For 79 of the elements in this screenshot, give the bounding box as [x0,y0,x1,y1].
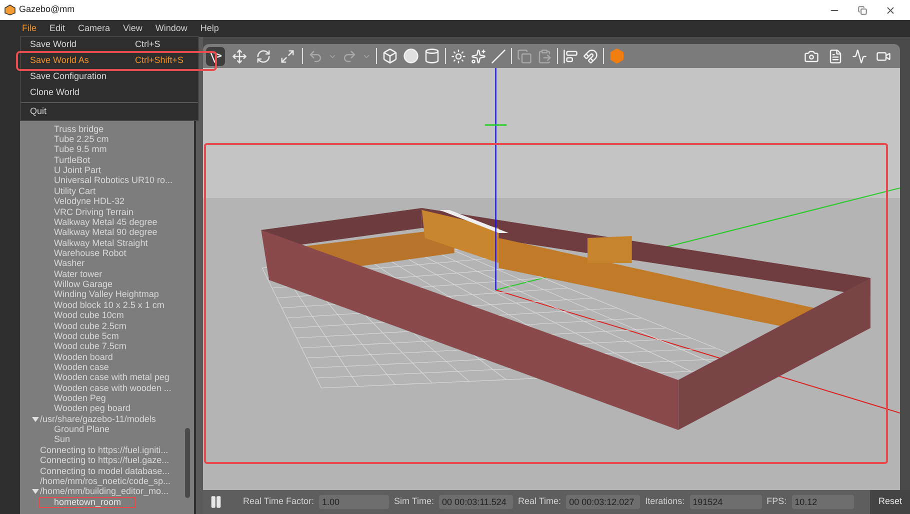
tree-item[interactable]: Connecting to model database... [40,466,170,476]
status-field: 191524 [690,495,762,509]
tree-item[interactable]: Wood cube 2.5cm [54,322,126,330]
status-field: 00 00:03:11.524 [439,495,514,509]
status-label: Real Time: [518,495,562,508]
tree-item[interactable]: Wood cube 7.5cm [54,342,126,352]
tree-item[interactable]: Velodyne HDL-32 [54,197,125,206]
menu-entry[interactable]: Quit [21,104,198,120]
status-label: Iterations: [645,495,685,508]
align-icon[interactable] [563,48,578,64]
tree-item[interactable]: Walkway Metal Straight [54,238,148,248]
menu-entry[interactable]: Save World Ctrl+S [21,37,198,53]
scrollbar-thumb[interactable] [185,428,190,498]
tree-item[interactable]: hometown_room [40,498,136,507]
app-logo-icon [4,4,16,16]
status-field: 10.12 [792,495,854,509]
tree-item[interactable]: Wood cube 10cm [54,311,124,320]
spot-light-icon[interactable] [471,48,486,64]
status-label: FPS: [766,495,787,508]
restore-icon[interactable] [858,6,867,14]
sphere-icon[interactable] [403,48,419,64]
menu-item[interactable]: File [22,22,37,36]
tree-item[interactable]: Warehouse Robot [54,248,126,258]
screenshot-icon[interactable] [804,48,819,64]
expanded-arrow-icon[interactable] [30,416,40,422]
tree-item[interactable]: Wood block 10 x 2.5 x 1 cm [54,300,164,310]
expanded-arrow-icon[interactable] [30,489,40,494]
tree-item[interactable]: Water tower [54,270,102,279]
tree-item[interactable]: Wooden Peg [54,394,106,404]
tree-item[interactable]: Sun [54,435,70,444]
menu-item[interactable]: Edit [50,22,66,36]
log-icon[interactable] [828,48,843,64]
tree-item[interactable]: /usr/share/gazebo-11/models [40,414,156,424]
tree-item[interactable]: Utility Cart [54,186,96,196]
pause-icon[interactable] [209,495,223,509]
tree-item[interactable]: Walkway Metal 45 degree [54,218,158,227]
menu-entry[interactable]: Clone World [21,85,198,101]
tree-item[interactable]: Connecting to https://fuel.igniti... [40,446,168,455]
tree-item[interactable]: TurtleBot [54,156,90,165]
directional-light-icon[interactable] [491,48,506,64]
status-field: 00 00:03:12.027 [566,495,640,509]
tree-item[interactable]: Tube 2.25 cm [54,135,109,144]
menu-entry[interactable]: Save Configuration [21,69,198,85]
tree-item[interactable]: /home/mm/ros_noetic/code_sp... [40,476,171,486]
magnet-icon[interactable] [583,48,598,64]
tree-item[interactable]: Tube 9.5 mm [54,145,107,154]
tree-item[interactable]: /home/mm/building_editor_mo... [40,487,169,496]
status-field: 1.00 [319,495,390,509]
tree-item[interactable]: Willow Garage [54,280,113,290]
tree-item[interactable]: Truss bridge [54,124,104,134]
tree-item[interactable]: Walkway Metal 90 degree [54,228,158,238]
tree-item[interactable]: Wooden board [54,352,113,362]
tree-item[interactable]: Wooden case [54,362,109,372]
reset-button[interactable]: Reset [870,490,910,514]
status-label: Real Time Factor: [243,495,314,508]
tree-item[interactable]: Connecting to https://fuel.gaze... [40,456,170,466]
tree-item[interactable]: Universal Robotics UR10 ro... [54,176,173,186]
close-icon[interactable] [885,4,896,16]
menu-item[interactable]: Help [200,22,219,36]
window-title: Gazebo@mm [19,3,75,16]
tree-item[interactable]: U Joint Part [54,166,102,176]
tree-item[interactable]: Ground Plane [54,425,110,434]
tree-item[interactable]: VRC Driving Terrain [54,208,134,217]
tree-item[interactable]: Wooden peg board [54,404,130,414]
menu-item[interactable]: View [123,22,142,36]
point-light-icon[interactable] [451,48,466,64]
status-label: Sim Time: [394,495,434,508]
plot-icon[interactable] [852,48,867,64]
tree-item[interactable]: Wood cube 5cm [54,332,119,341]
move-tool-icon[interactable] [230,46,249,66]
menu-entry[interactable]: Save World As Ctrl+Shift+S [18,53,215,69]
cylinder-icon[interactable] [424,48,440,64]
tree-item[interactable]: Winding Valley Heightmap [54,290,159,300]
tree-item[interactable]: Wooden case with wooden ... [54,384,172,393]
menu-item[interactable]: Window [155,22,188,36]
menu-item[interactable]: Camera [78,22,110,36]
tree-item[interactable]: Washer [54,259,85,268]
box-icon[interactable] [382,48,398,64]
tree-item[interactable]: Wooden case with metal peg [54,373,170,382]
